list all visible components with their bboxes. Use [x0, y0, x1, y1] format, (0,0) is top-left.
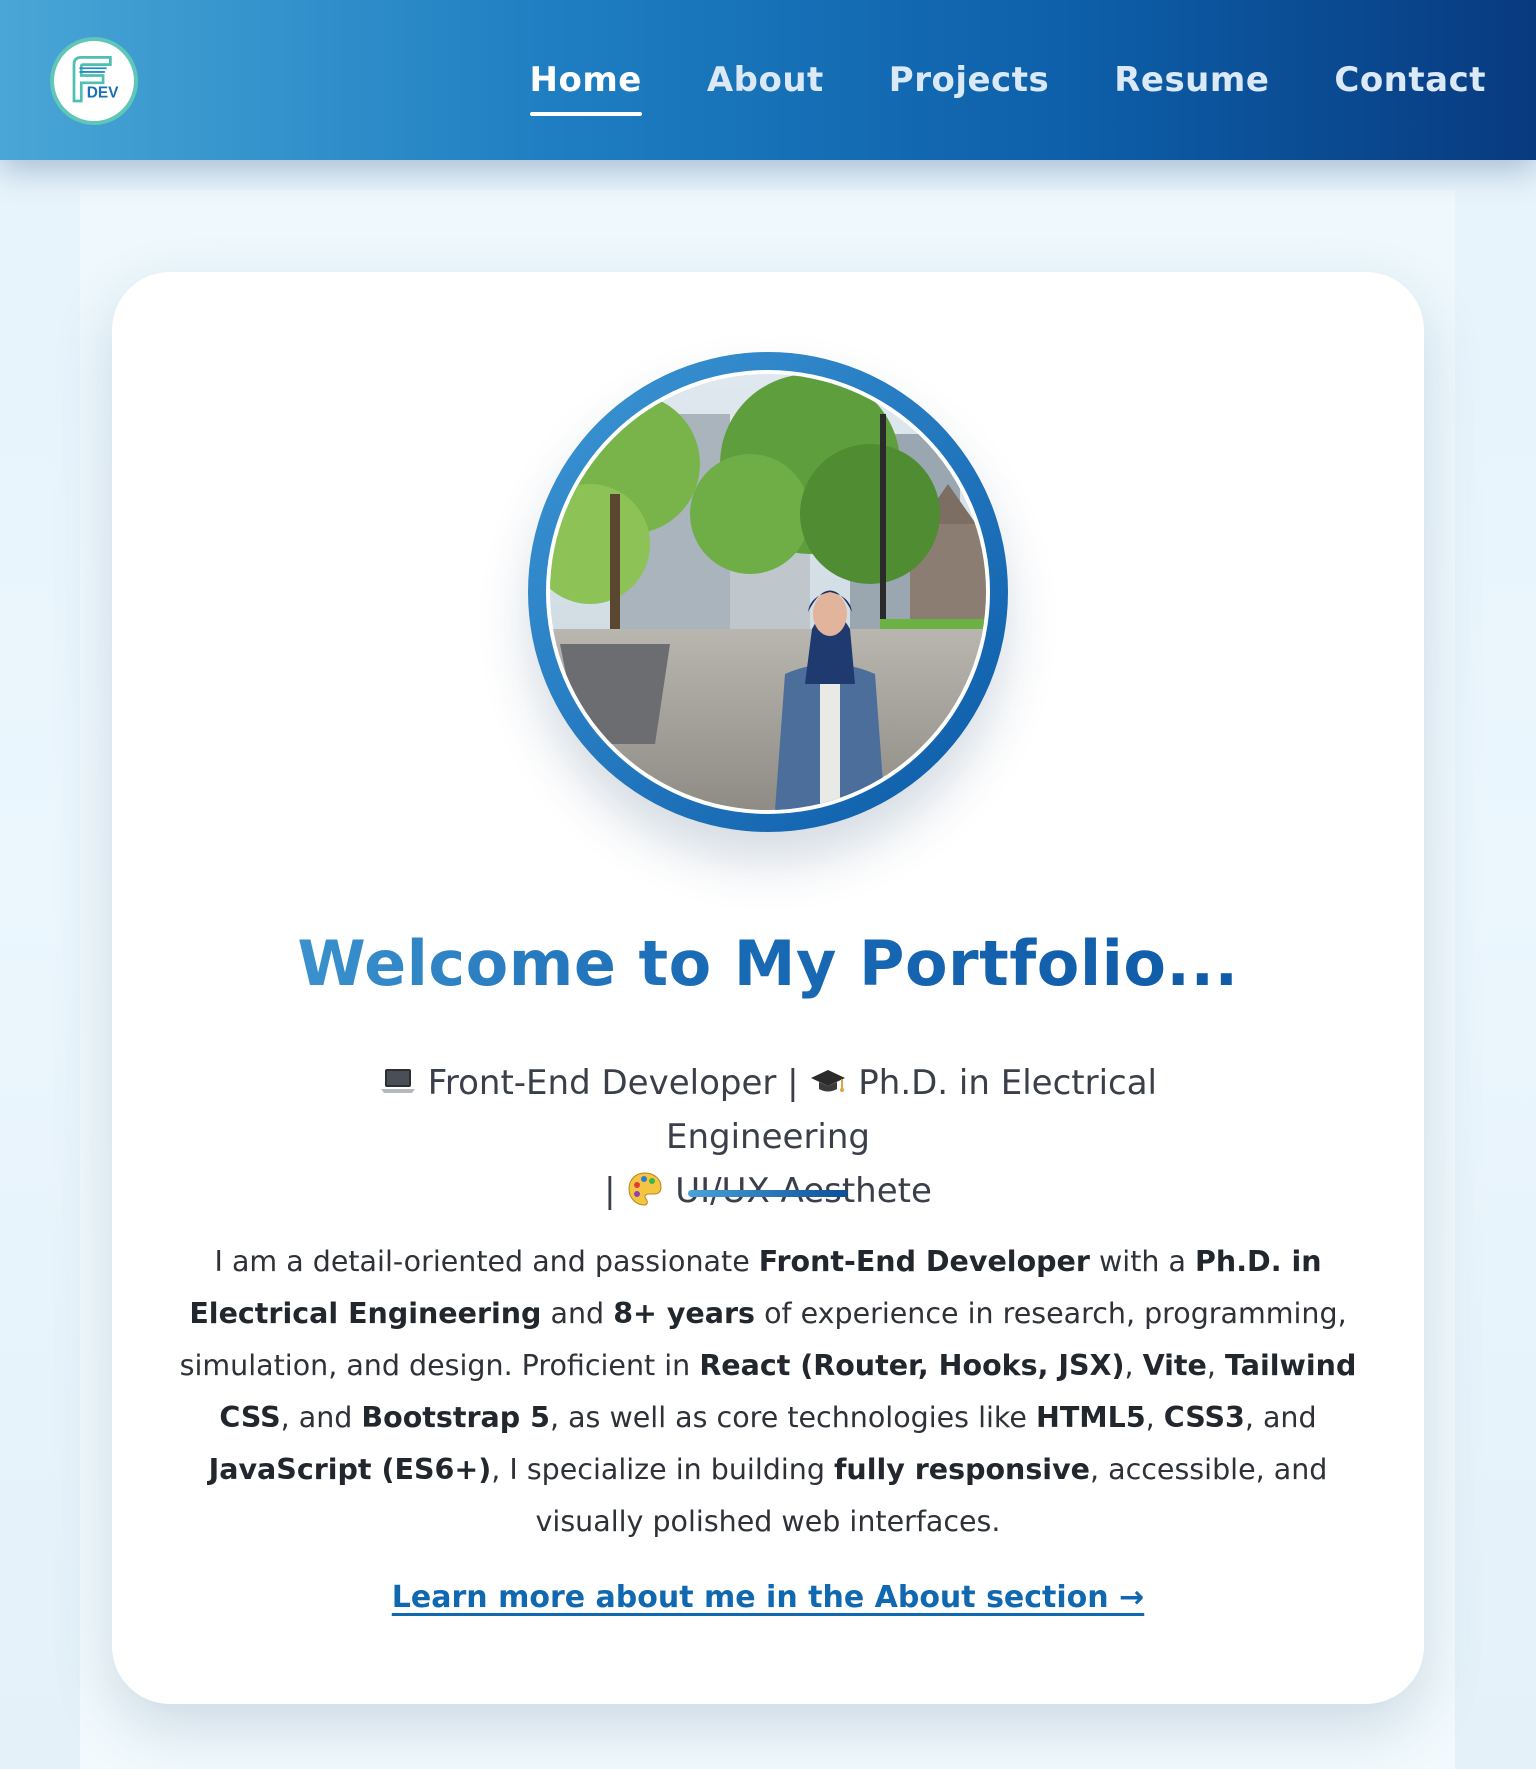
profile-photo: [550, 374, 986, 810]
divider: [688, 1190, 848, 1197]
bio-highlight: Vite: [1142, 1349, 1207, 1382]
laptop-icon: [379, 1056, 417, 1110]
bio-highlight: React (Router, Hooks, JSX): [699, 1349, 1125, 1382]
bio-highlight: Front-End Developer: [758, 1245, 1090, 1278]
logo-icon: DEV: [57, 44, 131, 118]
bio-highlight: Bootstrap 5: [361, 1401, 550, 1434]
nav-item-contact[interactable]: Contact: [1334, 60, 1486, 100]
logo[interactable]: DEV: [50, 37, 138, 125]
bio-text: ,: [1145, 1401, 1164, 1434]
nav-item-projects[interactable]: Projects: [889, 60, 1049, 100]
bio-paragraph: I am a detail-oriented and passionate Fr…: [176, 1236, 1360, 1548]
bio-text: , and: [1244, 1401, 1317, 1434]
bio-text: , I specialize in building: [491, 1453, 834, 1486]
bio-text: ,: [1124, 1349, 1143, 1382]
bio-text: ,: [1206, 1349, 1226, 1382]
bio-highlight: JavaScript (ES6+): [208, 1453, 492, 1486]
hero-card: Welcome to My Portfolio... Front-End Dev…: [112, 272, 1424, 1704]
bio-highlight: HTML5: [1036, 1401, 1146, 1434]
role-separator: |: [787, 1063, 799, 1103]
bio-text: I am a detail-oriented and passionate: [214, 1245, 759, 1278]
bio-text: and: [541, 1297, 614, 1330]
logo-text: DEV: [87, 84, 119, 101]
bio-text: with a: [1089, 1245, 1196, 1278]
about-section-link[interactable]: Learn more about me in the About section…: [112, 1580, 1424, 1615]
role-frontend: Front-End Developer: [427, 1063, 777, 1103]
bio-highlight: 8+ years: [613, 1297, 756, 1330]
nav-links: Home About Projects Resume Contact: [529, 0, 1486, 160]
palette-icon: [626, 1164, 664, 1218]
bio-highlight: fully responsive: [834, 1453, 1090, 1486]
role-separator: |: [604, 1171, 616, 1211]
bio-highlight: CSS3: [1163, 1401, 1245, 1434]
avatar-ring: [528, 352, 1008, 832]
navbar: DEV Home About Projects Resume Contact: [0, 0, 1536, 160]
nav-item-resume[interactable]: Resume: [1114, 60, 1269, 100]
avatar: [550, 374, 986, 810]
page-title: Welcome to My Portfolio...: [112, 927, 1424, 1000]
bio-text: , as well as core technologies like: [549, 1401, 1037, 1434]
nav-item-about[interactable]: About: [707, 60, 824, 100]
graduation-cap-icon: [809, 1056, 847, 1110]
bio-text: , and: [280, 1401, 362, 1434]
nav-item-home[interactable]: Home: [529, 60, 643, 116]
